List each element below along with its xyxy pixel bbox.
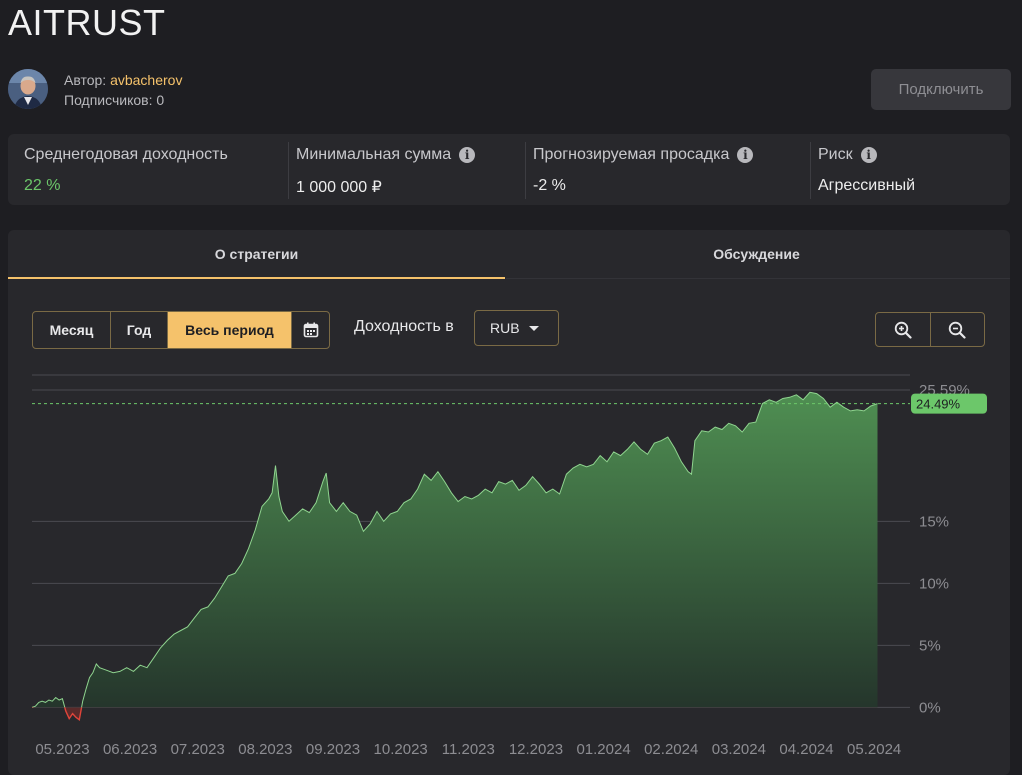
x-tick-label: 08.2023 [238, 741, 292, 758]
stat-annual-value: 22 % [24, 177, 61, 194]
zoom-in-icon [894, 321, 912, 339]
stat-annual-label: Среднегодовая доходность [24, 146, 228, 163]
x-tick-label: 11.2023 [442, 741, 495, 758]
subscribers-count: Подписчиков: 0 [64, 92, 165, 108]
tab-discussion[interactable]: Обсуждение [508, 230, 1005, 277]
stat-min-sum-value: 1 000 000 ₽ [296, 179, 382, 196]
x-tick-label: 05.2023 [35, 741, 89, 758]
avatar-image [8, 69, 48, 109]
zoom-in-button[interactable] [876, 313, 931, 346]
stat-drawdown-label: Прогнозируемая просадка [533, 146, 730, 163]
connect-button[interactable]: Подключить [871, 69, 1011, 110]
current-value-label: 24.49% [916, 397, 961, 412]
strategy-title: AITRUST [8, 2, 166, 43]
x-tick-label: 01.2024 [576, 741, 630, 758]
stat-risk: Риск i Агрессивный [818, 146, 915, 195]
period-all-button[interactable]: Весь период [168, 312, 292, 348]
y-tick-label: 0% [919, 699, 941, 716]
stat-divider [810, 142, 811, 199]
period-year-button[interactable]: Год [111, 312, 168, 348]
strategy-panel: О стратегии Обсуждение Месяц Год Весь пе… [8, 230, 1010, 775]
zoom-controls [875, 312, 985, 347]
stat-divider [525, 142, 526, 199]
zoom-out-button[interactable] [931, 313, 985, 346]
stat-min-sum-label: Минимальная сумма [296, 146, 452, 163]
tab-about[interactable]: О стратегии [8, 230, 505, 279]
stat-risk-label: Риск [818, 146, 853, 163]
yield-currency-label: Доходность в [354, 318, 454, 335]
stat-annual-yield: Среднегодовая доходность 22 % [24, 146, 228, 195]
currency-select[interactable]: RUB [474, 310, 559, 346]
stat-min-sum: Минимальная сумма i 1 000 000 ₽ [296, 146, 476, 197]
info-icon[interactable]: i [860, 147, 877, 163]
x-tick-label: 07.2023 [171, 741, 225, 758]
stats-panel: Среднегодовая доходность 22 % Минимальна… [8, 134, 1010, 205]
y-tick-label: 5% [919, 637, 941, 654]
currency-value: RUB [490, 320, 520, 336]
stat-divider [288, 142, 289, 199]
author-avatar[interactable] [8, 69, 48, 109]
x-tick-label: 06.2023 [103, 741, 157, 758]
x-tick-label: 04.2024 [779, 741, 833, 758]
stat-drawdown-value: -2 % [533, 177, 566, 194]
calendar-icon [303, 322, 318, 338]
author-name-link[interactable]: avbacherov [110, 72, 182, 88]
info-icon[interactable]: i [737, 147, 754, 163]
yield-chart[interactable]: 0%5%10%15%25.59% 05.2023 06.2023 07.2023 08… [8, 360, 1010, 760]
x-tick-label: 10.2023 [374, 741, 428, 758]
zoom-out-icon [949, 321, 966, 339]
x-tick-label: 05.2024 [847, 741, 901, 758]
calendar-button[interactable] [292, 312, 329, 348]
yield-area [32, 392, 878, 708]
stat-risk-value: Агрессивный [818, 177, 916, 194]
stat-drawdown: Прогнозируемая просадка i -2 % [533, 146, 754, 195]
author-info: Автор: avbacherov Подписчиков: 0 [64, 70, 182, 110]
period-month-button[interactable]: Месяц [33, 312, 111, 348]
info-icon[interactable]: i [459, 147, 476, 163]
tab-divider [506, 278, 1010, 279]
x-tick-label: 12.2023 [509, 741, 563, 758]
period-selector: Месяц Год Весь период [32, 311, 330, 349]
x-tick-label: 02.2024 [644, 741, 698, 758]
x-tick-label: 03.2024 [712, 741, 766, 758]
x-tick-label: 09.2023 [306, 741, 360, 758]
chevron-down-icon [529, 326, 539, 331]
y-tick-label: 15% [919, 513, 949, 530]
author-prefix: Автор: [64, 72, 111, 88]
y-tick-label: 10% [919, 575, 949, 592]
